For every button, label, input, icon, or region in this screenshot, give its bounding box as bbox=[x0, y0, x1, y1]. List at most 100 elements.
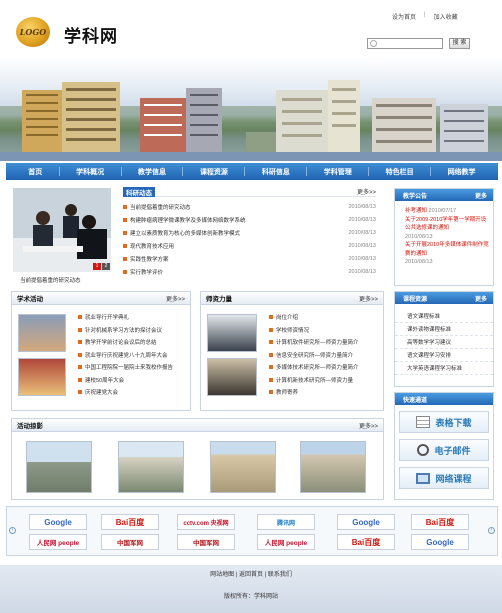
footer-sitemap-link[interactable]: 网站地图 bbox=[210, 572, 234, 578]
bullet-icon bbox=[78, 340, 82, 344]
list-item[interactable]: 构建肿瘤病理学微课教学及多媒体网络数学系统 2010/08/13 bbox=[123, 213, 376, 226]
academic-more-link[interactable]: 更多>> bbox=[166, 294, 185, 303]
notice-more-link[interactable]: 更多 bbox=[475, 191, 487, 200]
link-chinamil[interactable]: 中国军网 bbox=[101, 534, 159, 550]
bullet-icon bbox=[269, 315, 273, 319]
bullet-icon bbox=[123, 204, 127, 209]
nav-research[interactable]: 科研信息 bbox=[262, 167, 290, 177]
research-photo[interactable] bbox=[13, 188, 111, 272]
bullet-icon bbox=[269, 352, 273, 357]
faculty-photo-1[interactable] bbox=[207, 314, 257, 352]
link-baidu[interactable]: Bai百度 bbox=[411, 514, 469, 530]
email-button[interactable]: 电子邮件 bbox=[399, 439, 489, 461]
list-item[interactable]: 教师寄养 bbox=[269, 387, 359, 400]
list-item[interactable]: 学校师资情况 bbox=[269, 325, 359, 338]
list-item[interactable]: 针对机械系学习方法的探讨会议 bbox=[78, 325, 173, 338]
list-item[interactable]: 计算机新技术研究所—师资力量 bbox=[269, 375, 359, 388]
courses-more-link[interactable]: 更多 bbox=[475, 294, 487, 303]
footer-contact-link[interactable]: 联系我们 bbox=[268, 572, 292, 578]
notice-item-date: 2010/08/13 bbox=[405, 233, 433, 240]
academic-photo-2[interactable] bbox=[18, 358, 66, 396]
search-input[interactable] bbox=[367, 38, 443, 49]
nav-management[interactable]: 学科管理 bbox=[324, 167, 352, 177]
nav-featured[interactable]: 特色栏目 bbox=[386, 167, 414, 177]
academic-photo-1[interactable] bbox=[18, 314, 66, 352]
pager-1[interactable]: 1 bbox=[93, 263, 101, 270]
course-link[interactable]: 语文课程学习安排 bbox=[395, 349, 493, 362]
list-item[interactable]: 信息安全研究所—师资力量简介 bbox=[269, 350, 359, 363]
activity-photo-1[interactable] bbox=[26, 441, 92, 493]
course-link[interactable]: 课外读物课程标准 bbox=[395, 323, 493, 336]
notice-item[interactable]: 关于2009-2010学年第一学期开设公共选修课的通知 2010/08/13 bbox=[405, 216, 489, 242]
link-cctv[interactable]: cctv.com 央视网 bbox=[177, 514, 235, 530]
headset-icon bbox=[417, 444, 430, 456]
list-item[interactable]: 建校50周年大会 bbox=[78, 375, 173, 388]
link-people[interactable]: 人民网 people bbox=[29, 534, 87, 550]
item-date: 2010/08/13 bbox=[348, 229, 376, 236]
item-title: 就业导行庆祝建党八十九周年大会 bbox=[85, 352, 168, 359]
list-item[interactable]: 实行教学评价 2010/08/13 bbox=[123, 265, 376, 278]
link-google[interactable]: Google bbox=[337, 514, 395, 530]
activity-photo-2[interactable] bbox=[118, 441, 184, 493]
activity-photo-4[interactable] bbox=[300, 441, 366, 493]
site-logo[interactable]: LOGO bbox=[16, 17, 50, 47]
link-google[interactable]: Google bbox=[29, 514, 87, 530]
list-item[interactable]: 就业导行庆祝建党八十九周年大会 bbox=[78, 350, 173, 363]
list-item[interactable]: 多媒体技术研究所—师资力量简介 bbox=[269, 362, 359, 375]
course-link[interactable]: 语文课程标准 bbox=[395, 310, 493, 323]
faculty-more-link[interactable]: 更多>> bbox=[359, 294, 378, 303]
list-item[interactable]: 计算机软件研究所—师资力量简介 bbox=[269, 337, 359, 350]
nav-divider bbox=[368, 167, 370, 176]
scroll-left-arrow[interactable]: ‹ bbox=[9, 527, 16, 534]
list-item[interactable]: 当前提倡着重的研究动态 2010/08/13 bbox=[123, 200, 376, 213]
scroll-right-arrow[interactable]: › bbox=[488, 527, 495, 534]
research-panel: 科研动态 更多>> 当前提倡着重的研究动态 2010/08/13 构建肿瘤病理学微… bbox=[123, 186, 376, 280]
online-course-button[interactable]: 网络课程 bbox=[399, 467, 489, 489]
list-item[interactable]: 教学开学前讨论会议后的总结 bbox=[78, 337, 173, 350]
table-download-button[interactable]: 表格下载 bbox=[399, 411, 489, 433]
screen-icon bbox=[416, 472, 431, 484]
set-home-link[interactable]: 设为首页 bbox=[392, 12, 416, 21]
activities-more-link[interactable]: 更多>> bbox=[359, 421, 378, 430]
nav-home[interactable]: 首页 bbox=[28, 167, 42, 177]
link-google[interactable]: Google bbox=[411, 534, 469, 550]
search-button[interactable]: 搜 索 bbox=[449, 38, 470, 49]
item-title: 计算机软件研究所—师资力量简介 bbox=[276, 340, 359, 346]
faculty-photo-2[interactable] bbox=[207, 358, 257, 396]
activity-photo-3[interactable] bbox=[210, 441, 276, 493]
nav-divider bbox=[306, 167, 308, 176]
list-item[interactable]: 就业导行开学典礼 bbox=[78, 312, 173, 325]
research-list: 当前提倡着重的研究动态 2010/08/13 构建肿瘤病理学微课教学及多媒体网络数… bbox=[123, 197, 376, 278]
notice-item[interactable]: 补考通知 2010/07/17 bbox=[405, 207, 489, 216]
search-icon bbox=[370, 40, 377, 47]
bullet-icon bbox=[78, 377, 82, 382]
nav-online[interactable]: 网络教学 bbox=[448, 167, 476, 177]
list-item[interactable]: 岗位介绍 bbox=[269, 312, 359, 325]
notice-item-date: 2010/07/17 bbox=[428, 208, 457, 214]
item-title: 多媒体技术研究所—师资力量简介 bbox=[276, 365, 359, 371]
footer-links: 网站地图 | 返回首页 | 联系我们 bbox=[0, 569, 502, 578]
notice-item[interactable]: 关于开展2010年多媒体课件制作竞赛的通知 2010/08/13 bbox=[405, 241, 489, 267]
list-item[interactable]: 现代教育技术应用 2010/08/13 bbox=[123, 239, 376, 252]
list-item[interactable]: 中国工程院院一届院士来我校作报告 bbox=[78, 362, 173, 375]
course-link[interactable]: 大学英语课程学习标准 bbox=[395, 362, 493, 375]
nav-teaching[interactable]: 教学信息 bbox=[138, 167, 166, 177]
list-item[interactable]: 实践性教学方案 2010/08/13 bbox=[123, 252, 376, 265]
link-qq[interactable]: 腾讯网 bbox=[257, 514, 315, 530]
nav-overview[interactable]: 学科概况 bbox=[76, 167, 104, 177]
add-favorite-link[interactable]: 加入收藏 bbox=[434, 12, 458, 21]
list-item[interactable]: 庆祝建党大会 bbox=[78, 387, 173, 400]
list-item[interactable]: 建立以素质教育为核心的多媒体创新教学模式 2010/08/13 bbox=[123, 226, 376, 239]
link-chinamil[interactable]: 中国军网 bbox=[177, 534, 235, 550]
pager-2[interactable]: 2 bbox=[102, 263, 110, 270]
notice-item-title: 关于开展2010年多媒体课件制作竞赛的通知 bbox=[405, 242, 489, 257]
course-link[interactable]: 高等数学学习建议 bbox=[395, 336, 493, 349]
link-baidu[interactable]: Bai百度 bbox=[101, 514, 159, 530]
research-more-link[interactable]: 更多>> bbox=[357, 187, 376, 196]
footer-home-link[interactable]: 返回首页 bbox=[239, 572, 263, 578]
nav-courses[interactable]: 课程资源 bbox=[200, 167, 228, 177]
link-baidu[interactable]: Bai百度 bbox=[337, 534, 395, 550]
item-title: 学校师资情况 bbox=[276, 327, 310, 334]
nav-divider bbox=[182, 167, 184, 176]
link-people[interactable]: 人民网 people bbox=[257, 534, 315, 550]
